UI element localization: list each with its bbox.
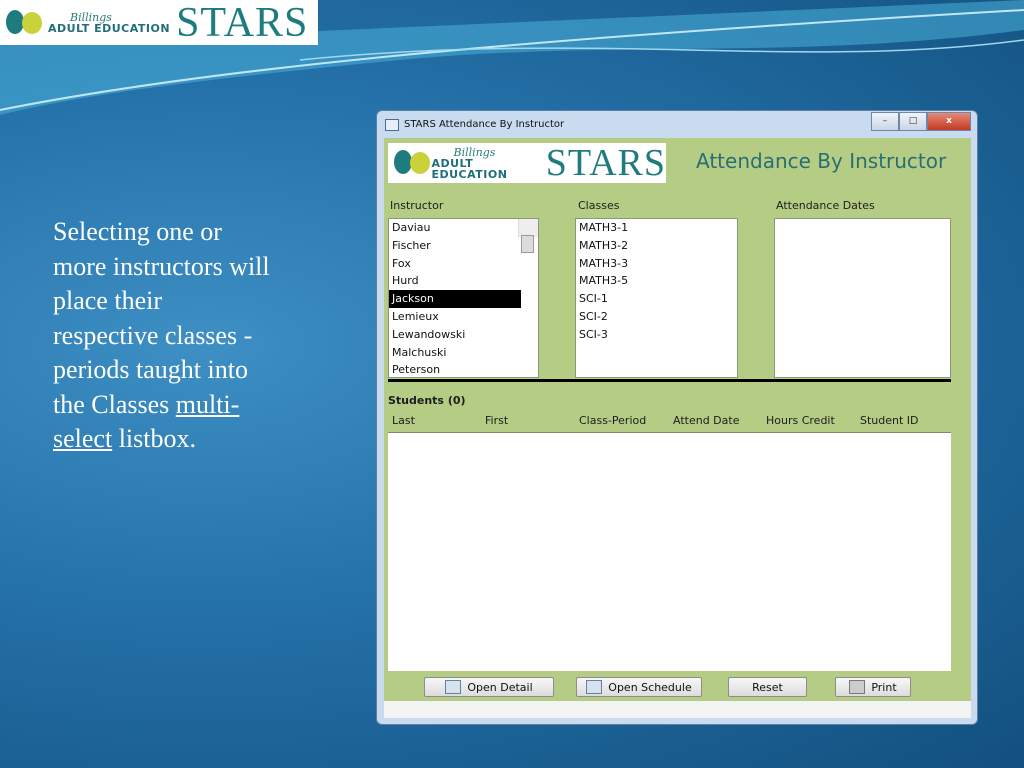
maximize-button[interactable]: □: [899, 112, 927, 131]
class-item[interactable]: MATH3-3: [576, 255, 737, 273]
open-schedule-button[interactable]: Open Schedule: [576, 677, 702, 697]
classes-listbox[interactable]: MATH3-1 MATH3-2 MATH3-3 MATH3-5 SCI-1 SCI-2 SC…: [575, 218, 738, 378]
class-item[interactable]: MATH3-2: [576, 237, 737, 255]
column-header[interactable]: Student ID: [860, 414, 919, 427]
window-title: STARS Attendance By Instructor: [404, 119, 565, 130]
status-strip: [384, 701, 971, 718]
close-button[interactable]: x: [927, 112, 971, 131]
attendance-dates-listbox[interactable]: [774, 218, 951, 378]
scroll-thumb[interactable]: [521, 235, 534, 253]
print-button[interactable]: Print: [835, 677, 911, 697]
form-logo: Billings ADULT EDUCATION STARS: [388, 142, 666, 184]
form-panel: Billings ADULT EDUCATION STARS Attendance…: [384, 138, 971, 701]
instructor-item[interactable]: Hurd: [389, 272, 521, 290]
instructor-scrollbar[interactable]: [518, 219, 538, 253]
column-header[interactable]: Attend Date: [673, 414, 739, 427]
classes-label: Classes: [578, 199, 620, 212]
minimize-button[interactable]: –: [871, 112, 899, 131]
instructor-item[interactable]: Fox: [389, 255, 521, 273]
reset-button[interactable]: Reset: [728, 677, 807, 697]
column-header[interactable]: Class-Period: [579, 414, 646, 427]
students-label: Students (0): [388, 394, 466, 407]
attendance-window: STARS Attendance By Instructor – □ x Bil…: [376, 110, 978, 725]
class-item[interactable]: MATH3-5: [576, 272, 737, 290]
instructor-item[interactable]: Daviau: [389, 219, 521, 237]
logo-adult-education: ADULT EDUCATION: [48, 21, 171, 35]
class-item[interactable]: SCI-2: [576, 308, 737, 326]
logo-billings: Billings: [453, 145, 496, 159]
logo-adult-education: ADULT EDUCATION: [431, 156, 508, 181]
schedule-icon: [586, 680, 603, 694]
logo-stars: STARS: [545, 142, 666, 184]
logo-stars: STARS: [176, 0, 309, 46]
class-item[interactable]: MATH3-1: [576, 219, 737, 237]
reset-label: Reset: [752, 680, 783, 694]
instructor-item[interactable]: Malchuski: [389, 344, 521, 362]
column-header[interactable]: Hours Credit: [766, 414, 835, 427]
open-detail-label: Open Detail: [467, 680, 533, 694]
class-item[interactable]: SCI-3: [576, 326, 737, 344]
instructor-label: Instructor: [390, 199, 444, 212]
billings-stars-logo: Billings ADULT EDUCATION STARS: [0, 0, 318, 46]
logo-mark-icon: [4, 6, 44, 40]
instructor-listbox[interactable]: Daviau Fischer Fox Hurd Jackson Lemieux Lewand…: [388, 218, 539, 378]
students-list[interactable]: [388, 433, 951, 671]
form-icon: [385, 118, 399, 131]
slide-body-text: Selecting one or more instructors will p…: [53, 215, 273, 457]
form-title: Attendance By Instructor: [696, 149, 947, 173]
body-text: Selecting one or more instructors will p…: [53, 217, 270, 419]
print-label: Print: [871, 680, 897, 694]
divider: [388, 379, 951, 382]
instructor-item[interactable]: Lemieux: [389, 308, 521, 326]
printer-icon: [849, 680, 866, 694]
students-header: Last First Class-Period Attend Date Hours Cr…: [388, 410, 951, 433]
logo-mark-icon: [392, 146, 430, 180]
open-schedule-label: Open Schedule: [608, 680, 692, 694]
body-text-end: listbox.: [112, 424, 196, 453]
instructor-item[interactable]: Peterson: [389, 361, 521, 379]
column-header[interactable]: First: [485, 414, 508, 427]
instructor-item[interactable]: Lewandowski: [389, 326, 521, 344]
column-header[interactable]: Last: [392, 414, 415, 427]
logo-billings: Billings: [70, 10, 112, 24]
instructor-item[interactable]: Jackson: [389, 290, 521, 308]
class-item[interactable]: SCI-1: [576, 290, 737, 308]
detail-icon: [445, 680, 462, 694]
open-detail-button[interactable]: Open Detail: [424, 677, 554, 697]
title-bar: STARS Attendance By Instructor – □ x: [377, 111, 977, 138]
attendance-dates-label: Attendance Dates: [776, 199, 875, 212]
instructor-item[interactable]: Fischer: [389, 237, 521, 255]
